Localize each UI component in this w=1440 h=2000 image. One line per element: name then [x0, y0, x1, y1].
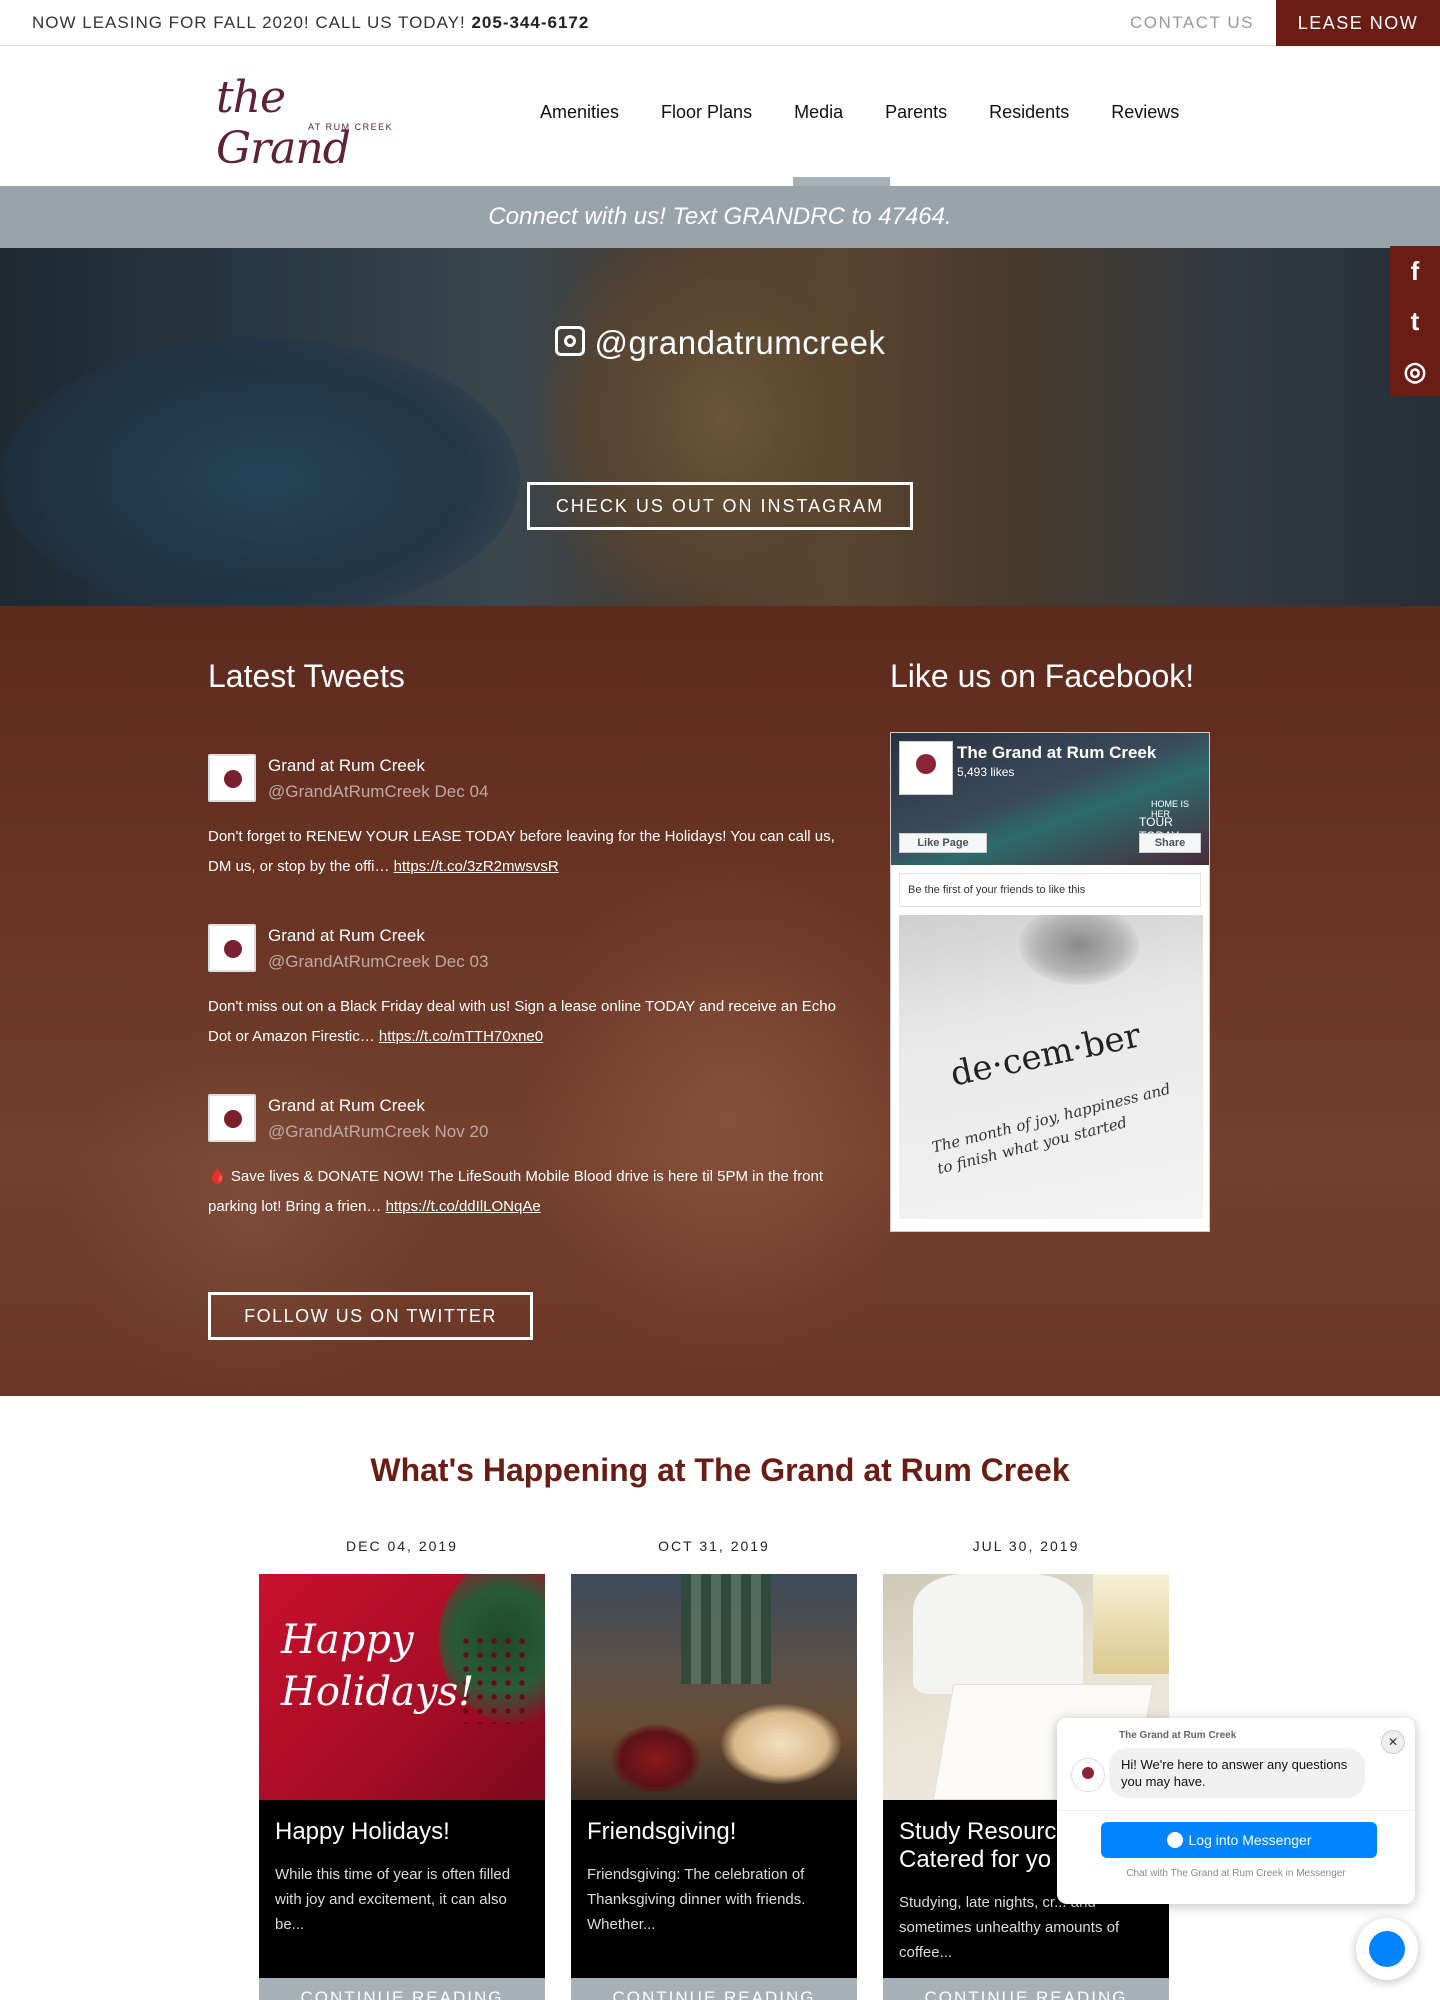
facebook-post-image[interactable]: de·cem·ber The month of joy, happiness a… [899, 915, 1203, 1219]
blog-card-title[interactable]: Happy Holidays! [275, 1818, 529, 1846]
facebook-page-name[interactable]: The Grand at Rum Creek [957, 743, 1156, 763]
divider [1057, 1810, 1415, 1811]
contact-us-link[interactable]: CONTACT US [1130, 13, 1254, 33]
instagram-button[interactable]: CHECK US OUT ON INSTAGRAM [527, 482, 913, 530]
tweet-handle[interactable]: @GrandAtRumCreek Dec 04 [268, 782, 488, 802]
lease-now-button[interactable]: LEASE NOW [1276, 0, 1440, 46]
food-plate-image [721, 1704, 841, 1784]
student-image [913, 1574, 1083, 1694]
window-image [1093, 1574, 1169, 1674]
instagram-handle[interactable]: @grandatrumcreek [0, 324, 1440, 362]
twitter-icon[interactable]: t [1390, 296, 1440, 346]
background-photo-figure [520, 856, 940, 1376]
facebook-like-button[interactable]: Like Page [899, 833, 987, 853]
facebook-likes-count: 5,493 likes [957, 765, 1015, 779]
instagram-icon [554, 326, 585, 356]
messenger-icon [1166, 1832, 1183, 1848]
tweet-avatar[interactable] [208, 924, 256, 972]
food-plate-image [611, 1724, 701, 1794]
continue-reading-button[interactable]: CONTINUE READING [259, 1978, 545, 2000]
blog-card-body: Happy Holidays! While this time of year … [259, 1800, 545, 1978]
blog-card-title[interactable]: Friendsgiving! [587, 1818, 841, 1846]
tweet-author[interactable]: Grand at Rum Creek [268, 926, 425, 946]
blog-card-image[interactable] [571, 1574, 857, 1800]
top-bar: NOW LEASING FOR FALL 2020! CALL US TODAY… [0, 0, 1440, 46]
main-nav: Amenities Floor Plans Media Parents Resident… [540, 102, 1221, 123]
tweet-link[interactable]: https://t.co/mTTH70xne0 [379, 1028, 543, 1045]
facebook-profile-picture[interactable] [899, 741, 953, 795]
messenger-popup: The Grand at Rum Creek ✕ Hi! We're here … [1057, 1718, 1415, 1904]
site-header: the Grand AT RUM CREEK Amenities Floor Pl… [0, 46, 1440, 186]
blog-card-date: OCT 31, 2019 [658, 1538, 770, 1554]
nav-item-media[interactable]: Media [794, 102, 843, 123]
facebook-icon[interactable]: f [1390, 246, 1440, 296]
messenger-page-name: The Grand at Rum Creek [1119, 1730, 1237, 1741]
leasing-text: NOW LEASING FOR FALL 2020! CALL US TODAY… [32, 13, 466, 32]
nav-item-amenities[interactable]: Amenities [540, 102, 619, 123]
nav-item-residents[interactable]: Residents [989, 102, 1069, 123]
facebook-friends-text: Be the first of your friends to like thi… [899, 873, 1201, 907]
messenger-greeting: Hi! We're here to answer any questions y… [1109, 1748, 1365, 1798]
hero-overlay [0, 248, 1440, 606]
tweet-link[interactable]: https://t.co/3zR2mwsvsR [394, 858, 559, 875]
nav-item-reviews[interactable]: Reviews [1111, 102, 1179, 123]
instagram-icon[interactable]: ◎ [1390, 346, 1440, 396]
blog-card-date: DEC 04, 2019 [346, 1538, 458, 1554]
plaid-shirt-image [681, 1574, 771, 1684]
logo-sub-text: AT RUM CREEK [308, 122, 394, 132]
tweet-author[interactable]: Grand at Rum Creek [268, 1096, 425, 1116]
ornament-image [1019, 915, 1139, 985]
nav-item-parents[interactable]: Parents [885, 102, 947, 123]
post-image-word: de·cem·ber [946, 1015, 1145, 1095]
site-logo[interactable]: the Grand AT RUM CREEK [216, 72, 396, 174]
tweet-avatar[interactable] [208, 754, 256, 802]
close-icon[interactable]: ✕ [1381, 1730, 1405, 1754]
follow-twitter-button[interactable]: FOLLOW US ON TWITTER [208, 1292, 533, 1340]
leasing-message: NOW LEASING FOR FALL 2020! CALL US TODAY… [32, 13, 589, 33]
blog-card-excerpt: While this time of year is often filled … [275, 1866, 511, 1933]
instagram-handle-text: @grandatrumcreek [594, 324, 886, 361]
messenger-avatar [1071, 1758, 1105, 1792]
continue-reading-button[interactable]: CONTINUE READING [571, 1978, 857, 2000]
messenger-login-button[interactable]: Log into Messenger [1101, 1822, 1377, 1858]
tweet-handle[interactable]: @GrandAtRumCreek Dec 03 [268, 952, 488, 972]
tweet-text: Don't miss out on a Black Friday deal wi… [208, 992, 848, 1052]
messenger-chat-with-text: Chat with The Grand at Rum Creek in Mess… [1126, 1868, 1346, 1879]
blog-card-image[interactable]: Happy Holidays! [259, 1574, 545, 1800]
social-side-tabs: f t ◎ [1390, 246, 1440, 396]
blog-card-date: JUL 30, 2019 [972, 1538, 1080, 1554]
phone-number[interactable]: 205-344-6172 [471, 13, 589, 32]
instagram-hero: @grandatrumcreek CHECK US OUT ON INSTAGR… [0, 248, 1440, 606]
tweet-author[interactable]: Grand at Rum Creek [268, 756, 425, 776]
blog-card-body: Friendsgiving! Friendsgiving: The celebr… [571, 1800, 857, 1978]
tweet-text: Don't forget to RENEW YOUR LEASE TODAY b… [208, 822, 848, 882]
continue-reading-button[interactable]: CONTINUE READING [883, 1978, 1169, 2000]
nav-active-indicator [793, 177, 890, 186]
tweet-link[interactable]: https://t.co/ddIlLONqAe [386, 1198, 541, 1215]
blog-card-excerpt: Friendsgiving: The celebration of Thanks… [587, 1866, 806, 1933]
facebook-heading: Like us on Facebook! [890, 658, 1195, 694]
messenger-launcher-button[interactable] [1356, 1918, 1418, 1980]
tweet-handle[interactable]: @GrandAtRumCreek Nov 20 [268, 1122, 488, 1142]
tweets-heading: Latest Tweets [208, 658, 405, 694]
blog-section-title: What's Happening at The Grand at Rum Cre… [370, 1452, 1070, 1488]
holiday-image-text: Happy Holidays! [281, 1617, 475, 1715]
facebook-share-button[interactable]: Share [1139, 833, 1201, 853]
facebook-page-widget: The Grand at Rum Creek 5,493 likes HOME … [890, 732, 1210, 1232]
tweet-avatar[interactable] [208, 1094, 256, 1142]
connect-banner: Connect with us! Text GRANDRC to 47464. [0, 186, 1440, 248]
messenger-login-label: Log into Messenger [1188, 1832, 1312, 1848]
social-feed-section: Latest Tweets Grand at Rum Creek @GrandA… [0, 606, 1440, 1396]
nav-item-floor-plans[interactable]: Floor Plans [661, 102, 752, 123]
tweet-text: 🩸 Save lives & DONATE NOW! The LifeSouth… [208, 1162, 848, 1222]
